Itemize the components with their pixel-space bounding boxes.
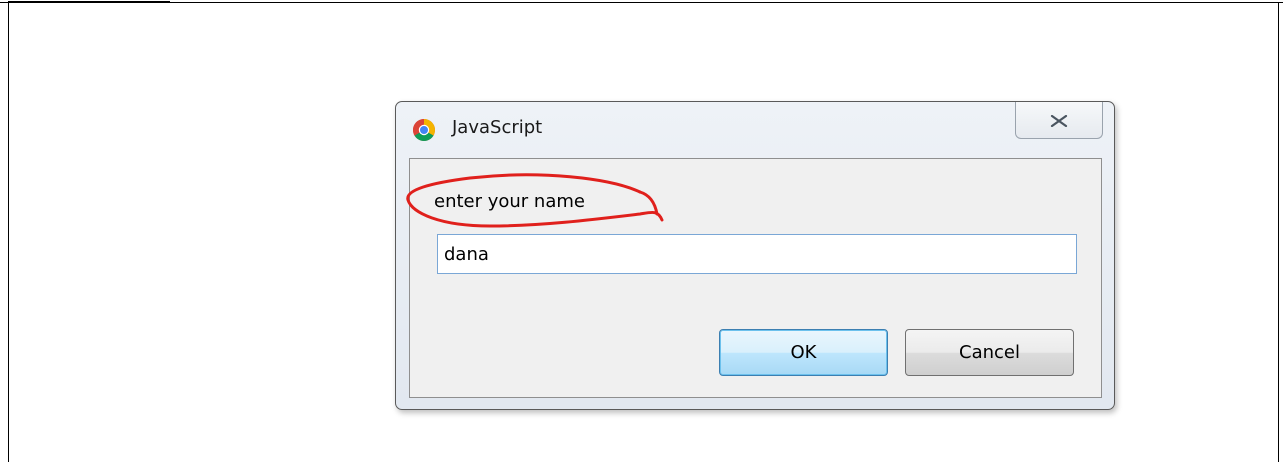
name-input[interactable] bbox=[437, 234, 1077, 274]
close-icon bbox=[1050, 115, 1068, 127]
dialog-content: enter your name OK Cancel bbox=[409, 158, 1102, 398]
frame-right-border bbox=[1278, 2, 1279, 462]
cancel-button[interactable]: Cancel bbox=[905, 329, 1074, 376]
frame-left-border bbox=[8, 2, 9, 462]
chrome-icon bbox=[412, 118, 436, 142]
ok-button[interactable]: OK bbox=[719, 329, 888, 376]
dialog-titlebar: JavaScript bbox=[396, 102, 1114, 158]
dialog-title: JavaScript bbox=[452, 117, 543, 138]
frame-top-border bbox=[0, 2, 1283, 3]
frame-top-accent bbox=[8, 1, 170, 3]
prompt-label: enter your name bbox=[434, 191, 585, 212]
screenshot-page: JavaScript enter your name OK Cancel bbox=[0, 0, 1283, 462]
javascript-prompt-dialog: JavaScript enter your name OK Cancel bbox=[395, 101, 1115, 410]
close-button[interactable] bbox=[1015, 102, 1103, 139]
